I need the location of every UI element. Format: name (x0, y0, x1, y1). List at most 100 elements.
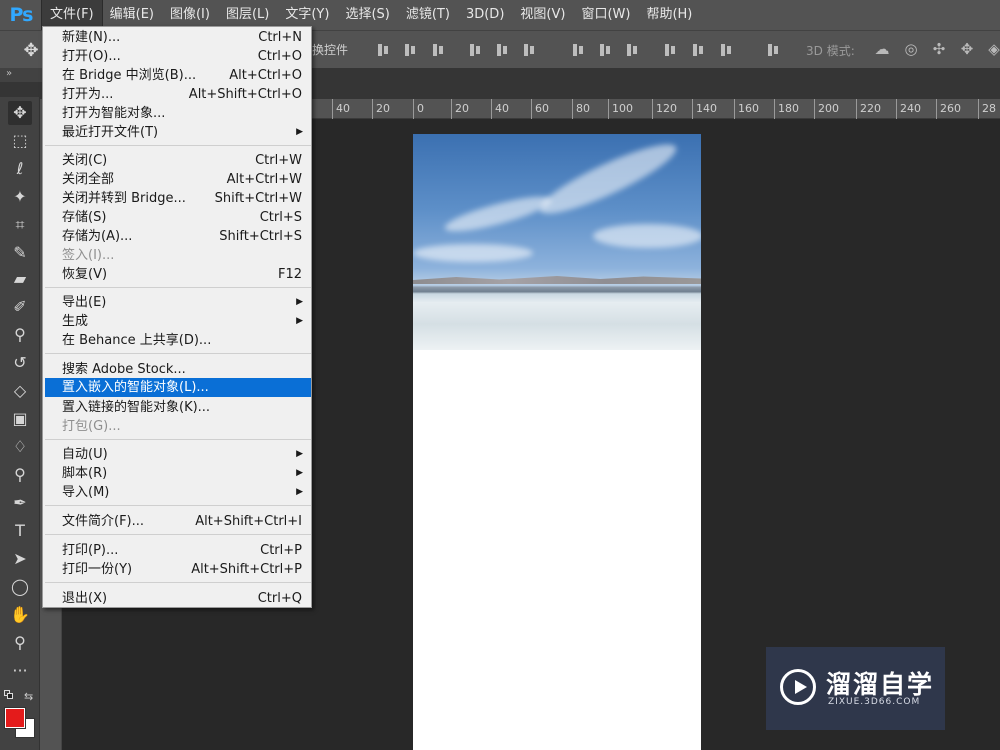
menu-item-place-linked[interactable]: 置入链接的智能对象(K)... (45, 398, 311, 417)
menu-3d[interactable]: 3D(D) (458, 0, 512, 30)
eraser-tool-icon[interactable]: ◇ (8, 379, 32, 403)
menu-view[interactable]: 视图(V) (512, 0, 573, 30)
ruler-tick: 180 (774, 99, 799, 119)
auto-align-icon[interactable] (765, 42, 781, 58)
menu-item-new[interactable]: 新建(N)... Ctrl+N (45, 28, 311, 47)
ruler-tick: 120 (652, 99, 677, 119)
menu-item-close-all[interactable]: 关闭全部 Alt+Ctrl+W (45, 170, 311, 189)
align-hcenter-icon[interactable] (494, 42, 510, 58)
ruler-tick: 160 (734, 99, 759, 119)
submenu-arrow-icon: ▶ (296, 316, 303, 326)
photoshop-logo: Ps (9, 4, 34, 26)
ellipse-tool-icon[interactable]: ◯ (8, 575, 32, 599)
dodge-tool-icon[interactable]: ⚲ (8, 463, 32, 487)
menu-item-share-on-behance[interactable]: 在 Behance 上共享(D)... (45, 331, 311, 350)
menu-item-close-and-go-to-bridge[interactable]: 关闭并转到 Bridge... Shift+Ctrl+W (45, 189, 311, 208)
distribute-vcenter-icon[interactable] (597, 42, 613, 58)
ruler-tick: 40 (491, 99, 509, 119)
ruler-tick: 28 (978, 99, 996, 119)
orbit-3d-icon[interactable]: ☁ (872, 39, 892, 59)
menu-item-print-one-copy[interactable]: 打印一份(Y) Alt+Shift+Ctrl+P (45, 560, 311, 579)
ruler-tick: 40 (332, 99, 350, 119)
healing-brush-tool-icon[interactable]: ▰ (8, 267, 32, 291)
roll-3d-icon[interactable]: ◎ (901, 39, 921, 59)
distribute-right-icon[interactable] (718, 42, 734, 58)
menu-item-place-embedded[interactable]: 置入嵌入的智能对象(L)... (45, 378, 311, 397)
type-tool-icon[interactable]: T (8, 519, 32, 543)
menu-item-revert[interactable]: 恢复(V) F12 (45, 265, 311, 284)
align-vcenter-icon[interactable] (402, 42, 418, 58)
distribute-hcenter-icon[interactable] (690, 42, 706, 58)
menu-separator (45, 505, 311, 506)
menu-item-open[interactable]: 打开(O)... Ctrl+O (45, 47, 311, 66)
pan-3d-icon[interactable]: ✣ (929, 39, 949, 59)
path-selection-tool-icon[interactable]: ➤ (8, 547, 32, 571)
menu-item-search-adobe-stock[interactable]: 搜索 Adobe Stock... (45, 360, 311, 379)
move-icon[interactable]: ✥ (20, 40, 42, 62)
marquee-tool-icon[interactable]: ⬚ (8, 129, 32, 153)
menu-item-export[interactable]: 导出(E) ▶ (45, 293, 311, 312)
align-top-icon[interactable] (375, 42, 391, 58)
ruler-tick: 0 (413, 99, 424, 119)
watermark-subtitle: ZIXUE.3D66.COM (828, 697, 921, 707)
ruler-tick: 240 (896, 99, 921, 119)
ruler-tick: 80 (572, 99, 590, 119)
menu-help[interactable]: 帮助(H) (638, 0, 700, 30)
menu-item-file-info[interactable]: 文件简介(F)... Alt+Shift+Ctrl+I (45, 512, 311, 531)
clone-stamp-tool-icon[interactable]: ⚲ (8, 323, 32, 347)
magic-wand-tool-icon[interactable]: ✦ (8, 185, 32, 209)
zoom-tool-icon[interactable]: ⚲ (8, 631, 32, 655)
align-right-icon[interactable] (521, 42, 537, 58)
submenu-arrow-icon: ▶ (296, 487, 303, 497)
brush-tool-icon[interactable]: ✐ (8, 295, 32, 319)
menu-item-generate[interactable]: 生成 ▶ (45, 312, 311, 331)
crop-tool-icon[interactable]: ⌗ (8, 213, 32, 237)
eyedropper-tool-icon[interactable]: ✎ (8, 241, 32, 265)
more-tools-icon[interactable]: ··· (8, 659, 32, 683)
menu-item-open-as-smart-object[interactable]: 打开为智能对象... (45, 104, 311, 123)
pen-tool-icon[interactable]: ✒ (8, 491, 32, 515)
ruler-tick: 20 (372, 99, 390, 119)
scale-3d-icon[interactable]: ◈ (984, 39, 1000, 59)
menu-item-automate[interactable]: 自动(U) ▶ (45, 445, 311, 464)
align-left-icon[interactable] (467, 42, 483, 58)
align-bottom-icon[interactable] (430, 42, 446, 58)
distribute-bottom-icon[interactable] (624, 42, 640, 58)
menu-item-open-as[interactable]: 打开为... Alt+Shift+Ctrl+O (45, 85, 311, 104)
menu-item-close[interactable]: 关闭(C) Ctrl+W (45, 151, 311, 170)
menu-item-import[interactable]: 导入(M) ▶ (45, 483, 311, 502)
menu-item-scripts[interactable]: 脚本(R) ▶ (45, 464, 311, 483)
history-brush-tool-icon[interactable]: ↺ (8, 351, 32, 375)
watermark: 溜溜自学 ZIXUE.3D66.COM (766, 647, 945, 730)
menu-item-open-recent[interactable]: 最近打开文件(T) ▶ (45, 123, 311, 142)
menu-item-exit[interactable]: 退出(X) Ctrl+Q (45, 589, 311, 608)
hand-tool-icon[interactable]: ✋ (8, 603, 32, 627)
default-colors-icon[interactable] (4, 690, 14, 700)
ruler-tick: 140 (692, 99, 717, 119)
menu-item-print[interactable]: 打印(P)... Ctrl+P (45, 541, 311, 560)
submenu-arrow-icon: ▶ (296, 127, 303, 137)
slide-3d-icon[interactable]: ✥ (957, 39, 977, 59)
distribute-top-icon[interactable] (570, 42, 586, 58)
ruler-tick: 60 (531, 99, 549, 119)
placed-photo[interactable] (413, 134, 701, 350)
menu-separator (45, 439, 311, 440)
menu-item-browse-in-bridge[interactable]: 在 Bridge 中浏览(B)... Alt+Ctrl+O (45, 66, 311, 85)
menu-select[interactable]: 选择(S) (337, 0, 397, 30)
distribute-left-icon[interactable] (662, 42, 678, 58)
menu-separator (45, 534, 311, 535)
menu-filter[interactable]: 滤镜(T) (398, 0, 458, 30)
lasso-tool-icon[interactable]: ℓ (8, 157, 32, 181)
ruler-tick: 100 (608, 99, 633, 119)
menu-item-save[interactable]: 存储(S) Ctrl+S (45, 208, 311, 227)
blur-tool-icon[interactable]: ♢ (8, 435, 32, 459)
gradient-tool-icon[interactable]: ▣ (8, 407, 32, 431)
menu-window[interactable]: 窗口(W) (573, 0, 638, 30)
swap-colors-icon[interactable]: ⇆ (24, 690, 33, 703)
document-canvas[interactable] (413, 134, 701, 750)
foreground-color-swatch[interactable] (4, 707, 26, 729)
menu-separator (45, 353, 311, 354)
menu-item-save-as[interactable]: 存储为(A)... Shift+Ctrl+S (45, 227, 311, 246)
show-transform-controls-label[interactable]: 换控件 (312, 41, 348, 58)
move-tool-icon[interactable]: ✥ (8, 101, 32, 125)
